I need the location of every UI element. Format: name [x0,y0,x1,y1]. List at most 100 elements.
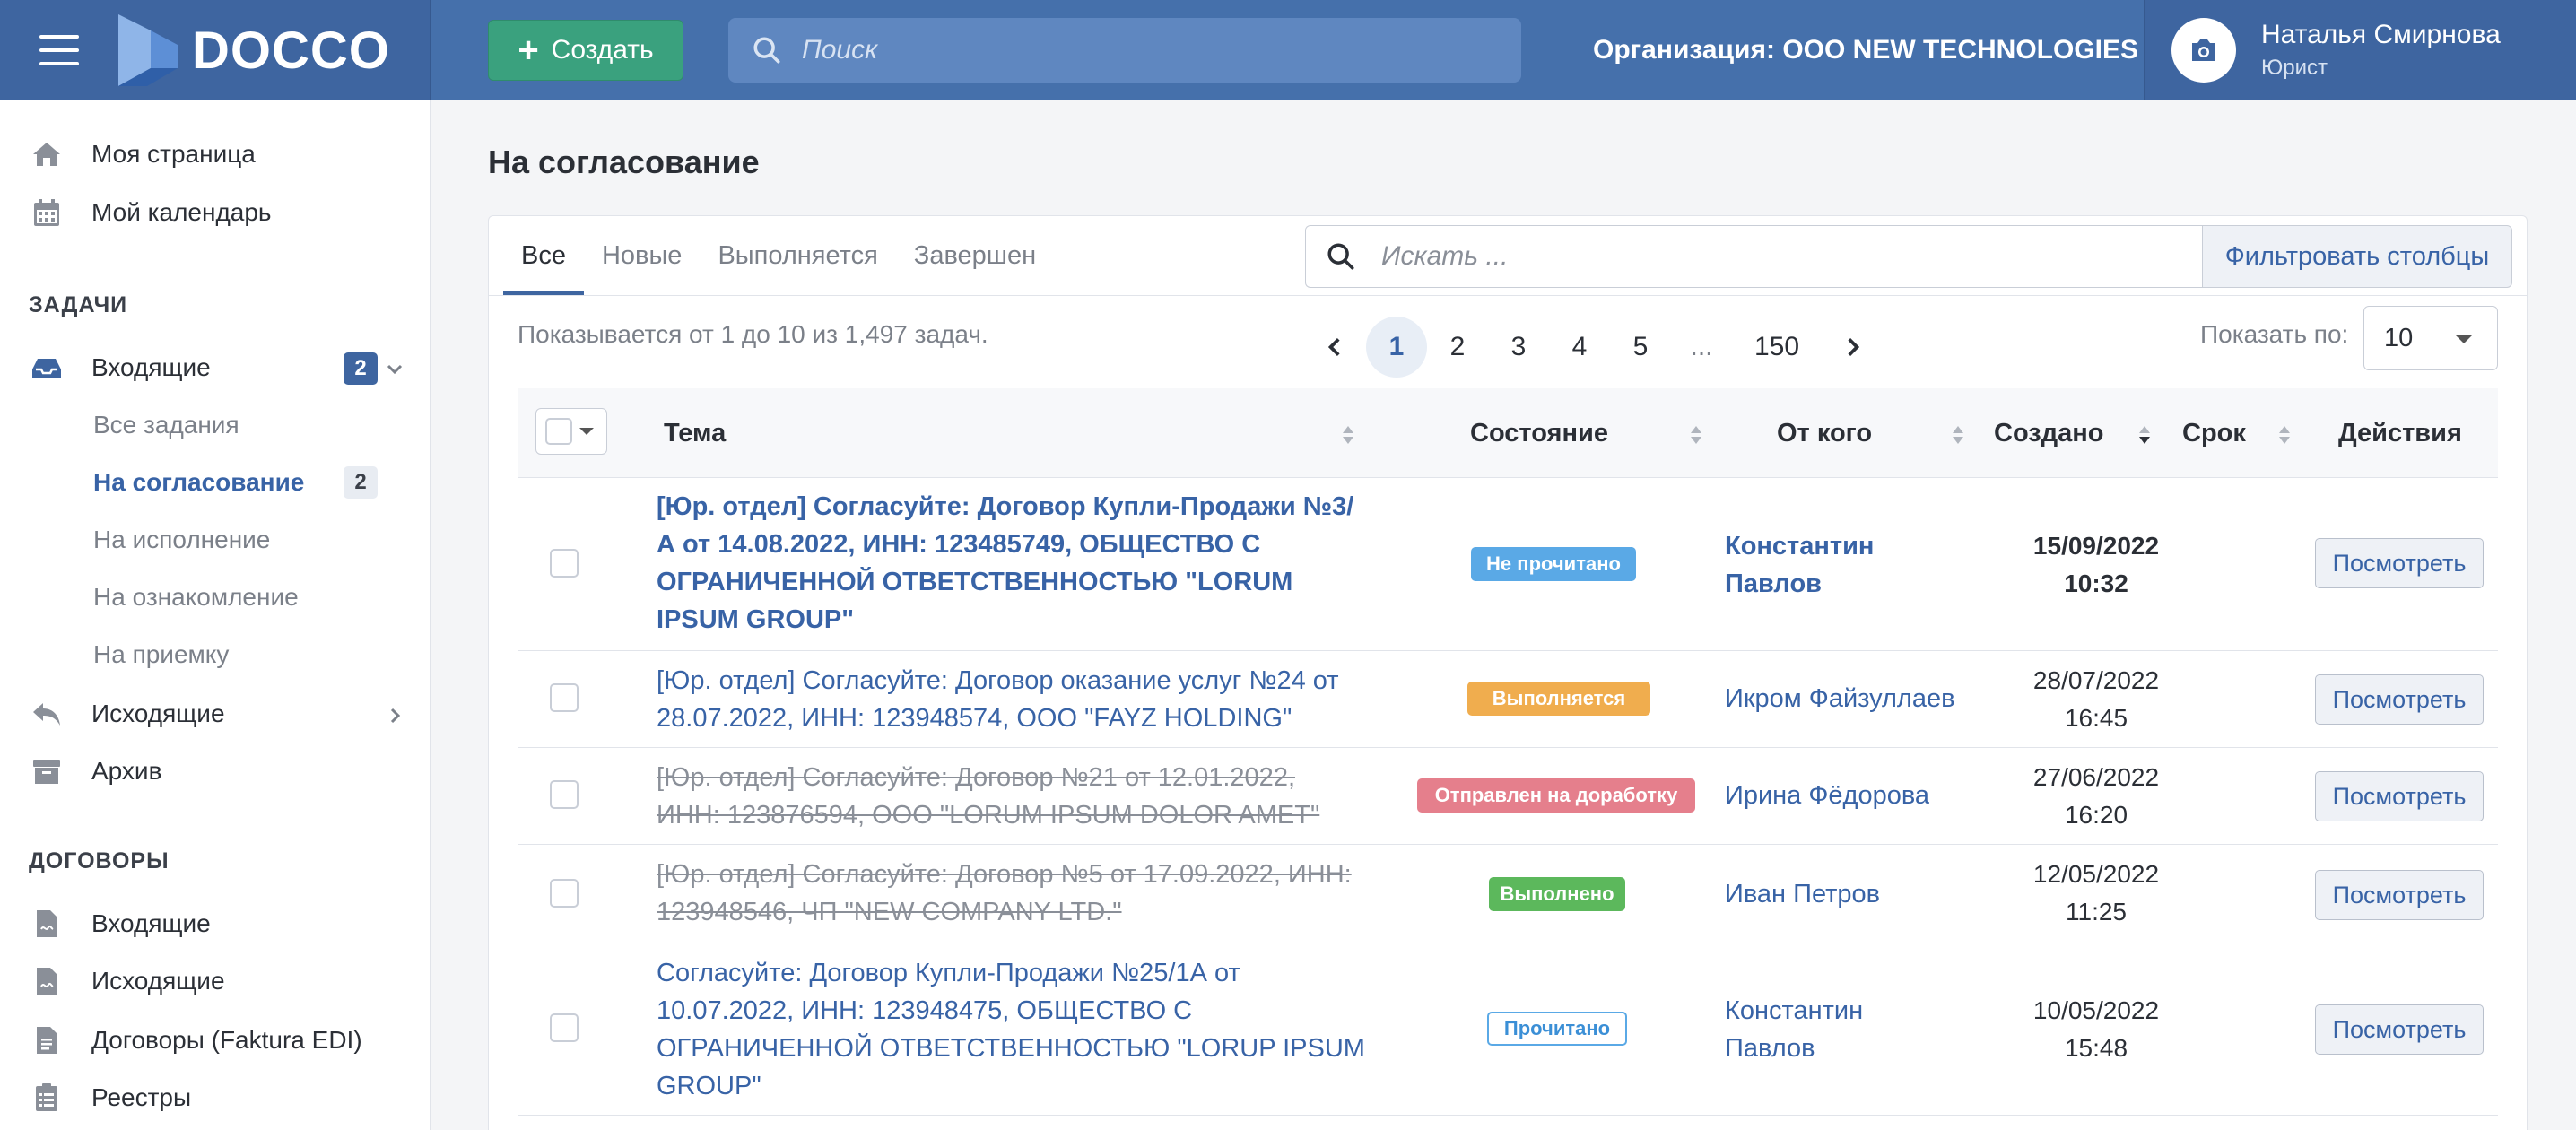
select-all-dropdown[interactable] [535,408,607,455]
table-search[interactable] [1305,225,2202,288]
row-checkbox[interactable] [550,1013,579,1042]
task-subject-link[interactable]: Согласуйте: Договор Купли-Продажи №25/1А… [657,954,1365,1105]
row-checkbox[interactable] [550,780,579,809]
sender-link[interactable]: Иван Петров [1725,875,1994,913]
sidebar-item-my-calendar[interactable]: Мой календарь [29,195,272,230]
document-lines-icon [29,1022,65,1058]
chevron-right-icon[interactable] [384,705,405,726]
chevron-left-icon [1327,337,1340,357]
sidebar-item-all-tasks[interactable]: Все задания [93,411,239,439]
sidebar-item-label: Исходящие [91,700,225,727]
prev-page-button[interactable] [1305,317,1366,378]
table-row[interactable]: [Юр. отдел] Согласуйте: Договор Купли-Пр… [518,479,2498,651]
sidebar-item-archive[interactable]: Архив [29,753,161,789]
tab-all[interactable]: Все [503,216,584,295]
sidebar-item-approval[interactable]: На согласование [93,468,304,497]
search-icon [1327,243,1354,270]
column-header-deadline[interactable]: Срок [2182,388,2246,478]
view-button[interactable]: Посмотреть [2315,538,2484,588]
created-time-value: 11:25 [2066,898,2127,926]
sort-desc-icon[interactable] [2137,424,2152,446]
column-header-from[interactable]: От кого [1777,388,1872,478]
sidebar-item-contracts-inbox[interactable]: Входящие [29,906,211,942]
row-checkbox[interactable] [550,683,579,712]
tab-new[interactable]: Новые [584,216,700,295]
column-header-subject[interactable]: Тема [664,388,726,478]
table-row[interactable]: [Юр. отдел] Согласуйте: Договор №5 от 17… [518,845,2498,943]
created-date: 28/07/2022 16:45 [2006,662,2186,737]
tab-in-progress[interactable]: Выполняется [700,216,895,295]
organization-label[interactable]: Организация: ООО NEW TECHNOLOGIES [1593,35,2138,65]
task-subject-link[interactable]: [Юр. отдел] Согласуйте: Договор №5 от 17… [657,856,1365,931]
sidebar-item-outgoing[interactable]: Исходящие [29,696,225,732]
column-header-created[interactable]: Создано [1994,388,2103,478]
tab-completed[interactable]: Завершен [896,216,1054,295]
created-date: 12/05/2022 11:25 [2006,856,2186,931]
task-subject-link[interactable]: [Юр. отдел] Согласуйте: Договор №21 от 1… [657,759,1365,834]
sort-icon[interactable] [1951,424,1965,446]
avatar[interactable] [2171,18,2236,83]
column-header-actions: Действия [2338,418,2462,448]
page-button-3[interactable]: 3 [1488,317,1549,378]
row-checkbox[interactable] [550,879,579,908]
approval-count-badge: 2 [344,466,378,499]
sidebar-item-review[interactable]: На ознакомление [93,583,299,612]
sidebar-item-execution[interactable]: На исполнение [93,526,270,554]
page-button-2[interactable]: 2 [1427,317,1488,378]
sender-link[interactable]: Ирина Фёдорова [1725,777,1994,814]
created-date: 27/06/2022 16:20 [2006,759,2186,834]
sort-icon[interactable] [1689,424,1703,446]
sender-link[interactable]: Константин Павлов [1725,527,1922,603]
table-row[interactable]: [Юр. отдел] Согласуйте: Договор №21 от 1… [518,748,2498,845]
create-button[interactable]: + Создать [488,20,683,81]
task-subject-link[interactable]: [Юр. отдел] Согласуйте: Договор оказание… [657,662,1365,737]
document-icon [29,906,65,942]
calendar-icon [29,195,65,230]
filter-columns-button[interactable]: Фильтровать столбцы [2202,225,2512,288]
sender-link[interactable]: Икром Файзуллаев [1725,680,1994,717]
status-badge: Отправлен на доработку [1417,778,1695,813]
global-search-input[interactable] [802,35,1484,65]
search-icon [753,37,780,64]
page-button-1[interactable]: 1 [1366,317,1427,378]
sort-icon[interactable] [2277,424,2292,446]
page-button-5[interactable]: 5 [1610,317,1671,378]
sidebar-item-registers[interactable]: Реестры [29,1080,191,1116]
page-button-150[interactable]: 150 [1732,317,1822,378]
sidebar-item-label: Входящие [91,353,211,381]
view-button[interactable]: Посмотреть [2315,1004,2484,1055]
select-all-checkbox[interactable] [545,418,572,445]
sidebar-item-acceptance[interactable]: На приемку [93,640,229,669]
page-button-4[interactable]: 4 [1549,317,1610,378]
table-row[interactable]: [Юр. отдел] Согласуйте: Договор оказание… [518,651,2498,748]
sidebar-item-my-page[interactable]: Моя страница [29,136,256,172]
row-checkbox[interactable] [550,549,579,578]
table-header: Тема Состояние От кого Создано Срок Дейс… [518,388,2498,478]
sidebar-item-inbox[interactable]: Входящие [29,350,211,386]
sidebar-item-contracts-outgoing[interactable]: Исходящие [29,963,225,999]
sidebar-item-contracts-faktura[interactable]: Договоры (Faktura EDI) [29,1022,362,1058]
global-search[interactable] [728,18,1521,83]
table-row[interactable]: Согласуйте: Договор Купли-Продажи №25/1А… [518,943,2498,1116]
table-search-input[interactable] [1381,241,2189,272]
view-button[interactable]: Посмотреть [2315,674,2484,725]
pagination: 1 2 3 4 5 ... 150 [1305,315,1883,379]
task-subject-link[interactable]: [Юр. отдел] Согласуйте: Договор Купли-Пр… [657,488,1365,639]
sender-link[interactable]: Константин Павлов [1725,992,1922,1067]
view-button[interactable]: Посмотреть [2315,870,2484,920]
status-badge: Не прочитано [1471,547,1636,581]
sort-icon[interactable] [1341,424,1355,446]
per-page-select[interactable]: 10 [2363,306,2498,370]
created-date: 10/05/2022 15:48 [2006,992,2186,1067]
per-page-value: 10 [2384,323,2414,352]
menu-icon[interactable] [39,35,79,65]
column-header-status[interactable]: Состояние [1470,388,1608,478]
sidebar-item-label: Архив [91,757,162,785]
results-summary: Показывается от 1 до 10 из 1,497 задач. [518,320,988,348]
view-button[interactable]: Посмотреть [2315,771,2484,821]
logo[interactable]: DOCCO [115,13,390,88]
user-menu[interactable]: Наталья Смирнова Юрист [2144,0,2576,100]
chevron-down-icon[interactable] [384,359,405,380]
next-page-button[interactable] [1822,317,1883,378]
inbox-icon [29,350,65,386]
